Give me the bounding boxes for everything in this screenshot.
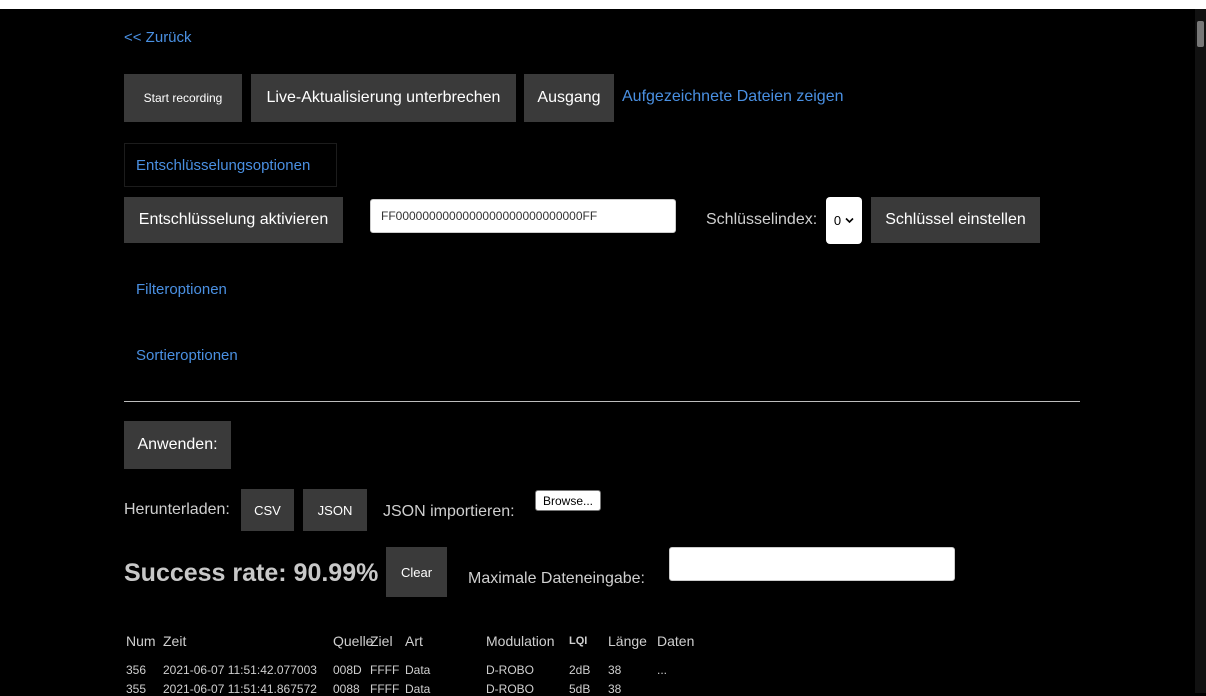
column-header-length: Länge <box>608 633 647 649</box>
max-entries-label: Maximale Dateneingabe: <box>468 570 645 587</box>
filter-options-link[interactable]: Filteroptionen <box>136 281 227 298</box>
cell-time: 2021-06-07 11:51:42.077003 <box>163 663 317 677</box>
vertical-scrollbar[interactable] <box>1195 9 1206 693</box>
back-link[interactable]: << Zurück <box>124 29 192 46</box>
exit-button[interactable]: Ausgang <box>524 74 614 122</box>
column-header-lqi: LQI <box>569 635 588 647</box>
apply-button[interactable]: Anwenden: <box>124 421 231 469</box>
cell-target: FFFF <box>370 663 400 677</box>
cell-num: 356 <box>126 663 147 677</box>
cell-lqi: 2dB <box>569 663 591 677</box>
column-header-num: Num <box>126 633 156 649</box>
clear-button[interactable]: Clear <box>386 547 447 597</box>
live-update-pause-button[interactable]: Live-Aktualisierung unterbrechen <box>251 74 516 122</box>
decryption-options-label[interactable]: Entschlüsselungsoptionen <box>136 157 310 174</box>
cell-modulation: D-ROBO <box>486 663 534 677</box>
cell-source: 0088 <box>333 682 360 696</box>
download-json-button[interactable]: JSON <box>303 489 367 531</box>
column-header-modulation: Modulation <box>486 633 555 649</box>
enable-decryption-button[interactable]: Entschlüsselung aktivieren <box>124 197 343 243</box>
cell-num: 355 <box>126 682 147 696</box>
cell-time: 2021-06-07 11:51:41.867572 <box>163 682 317 696</box>
window-top-border <box>0 0 1206 9</box>
start-recording-button[interactable]: Start recording <box>124 74 242 122</box>
cell-target: FFFF <box>370 682 400 696</box>
json-import-label: JSON importieren: <box>383 503 515 520</box>
column-header-source: Quelle <box>333 633 374 649</box>
set-key-button[interactable]: Schlüssel einstellen <box>871 197 1040 243</box>
decryption-options-tab[interactable]: Entschlüsselungsoptionen <box>124 143 337 187</box>
cell-modulation: D-ROBO <box>486 682 534 696</box>
key-index-value: 0 <box>833 213 842 228</box>
cell-source: 008D <box>333 663 362 677</box>
cell-length: 38 <box>608 663 622 677</box>
browse-file-button[interactable]: Browse... <box>535 490 601 511</box>
chevron-down-icon <box>845 217 854 224</box>
max-entries-input[interactable] <box>669 547 955 581</box>
download-label: Herunterladen: <box>124 501 230 518</box>
key-index-select[interactable]: 0 <box>826 197 862 244</box>
column-header-type: Art <box>405 633 423 649</box>
scrollbar-thumb[interactable] <box>1197 21 1204 47</box>
success-rate-text: Success rate: 90.99% <box>124 559 379 587</box>
column-header-data: Daten <box>657 633 695 649</box>
column-header-target: Ziel <box>370 633 393 649</box>
cell-lqi: 5dB <box>569 682 591 696</box>
sort-options-link[interactable]: Sortieroptionen <box>136 347 238 364</box>
key-index-label: Schlüsselindex: <box>706 211 818 228</box>
cell-data: ... <box>657 663 668 677</box>
divider <box>124 401 1080 402</box>
cell-type: Data <box>405 663 431 677</box>
cell-length: 38 <box>608 682 622 696</box>
cell-type: Data <box>405 682 431 696</box>
recorded-files-link[interactable]: Aufgezeichnete Dateien zeigen <box>622 88 844 106</box>
download-csv-button[interactable]: CSV <box>241 489 294 531</box>
decryption-key-input[interactable] <box>370 199 676 233</box>
page: << Zurück Start recording Live-Aktualisi… <box>0 0 1206 696</box>
column-header-time: Zeit <box>163 633 187 649</box>
